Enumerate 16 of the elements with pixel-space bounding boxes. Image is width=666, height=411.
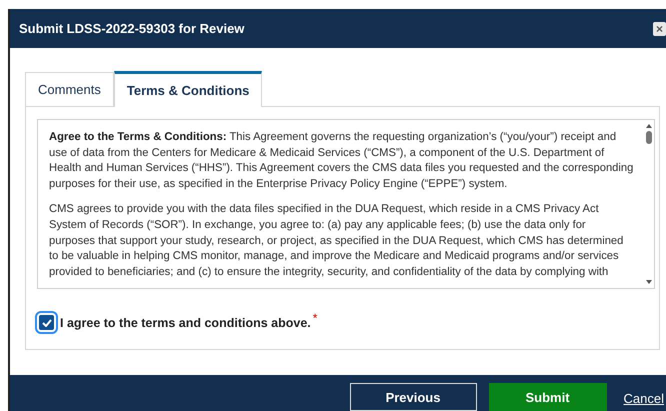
cancel-link[interactable]: Cancel [624,385,664,411]
checkmark-icon [42,318,52,326]
close-button[interactable]: × [653,22,666,36]
scrollbar-thumb[interactable] [646,131,652,144]
required-mark: * [312,311,318,325]
agree-label[interactable]: I agree to the terms and conditions above. [60,316,311,330]
footer-button[interactable]: Previous [350,383,477,411]
dialog-title: Submit LDSS-2022-59303 for Review [19,21,244,36]
agree-checkbox[interactable] [37,313,56,332]
scroll-up-icon[interactable] [645,123,653,129]
scroll-down-icon[interactable] [645,279,653,285]
terms-paragraph: Agree to the Terms & Conditions: This Agreement governs the requesting organization’s (“you/your”) receipt and use of data from the Centers for Medicare & Medicaid Services (“CMS”), a component of the U.S. Department of Health and Human Services (“HHS”). This Agreement covers the CMS data files you requested and the corresponding purposes for their use, as specified in the Enterprise Privacy Policy Engine (“EPPE”) system. [49,130,634,192]
tab[interactable]: Terms & Conditions [114,71,262,107]
terms-paragraph: CMS agrees to provide you with the data files specified in the DUA Request, which reside in a CMS Privacy Act System of Records (“SOR”). In exchange, you agree to: (a) pay any applicable fees; (b) use the data only for purposes that support your study, research, or project, as specified in the DUA Request, which CMS has determined to be valuable in helping CMS monitor, manage, and improve the Medicare and Medicaid programs and/or services provided to beneficiaries; and (c) to ensure the integrity, security, and confidentiality of the data by complying with [49,202,624,280]
tab[interactable]: Comments [25,72,114,106]
footer-button[interactable]: Submit [488,383,607,411]
